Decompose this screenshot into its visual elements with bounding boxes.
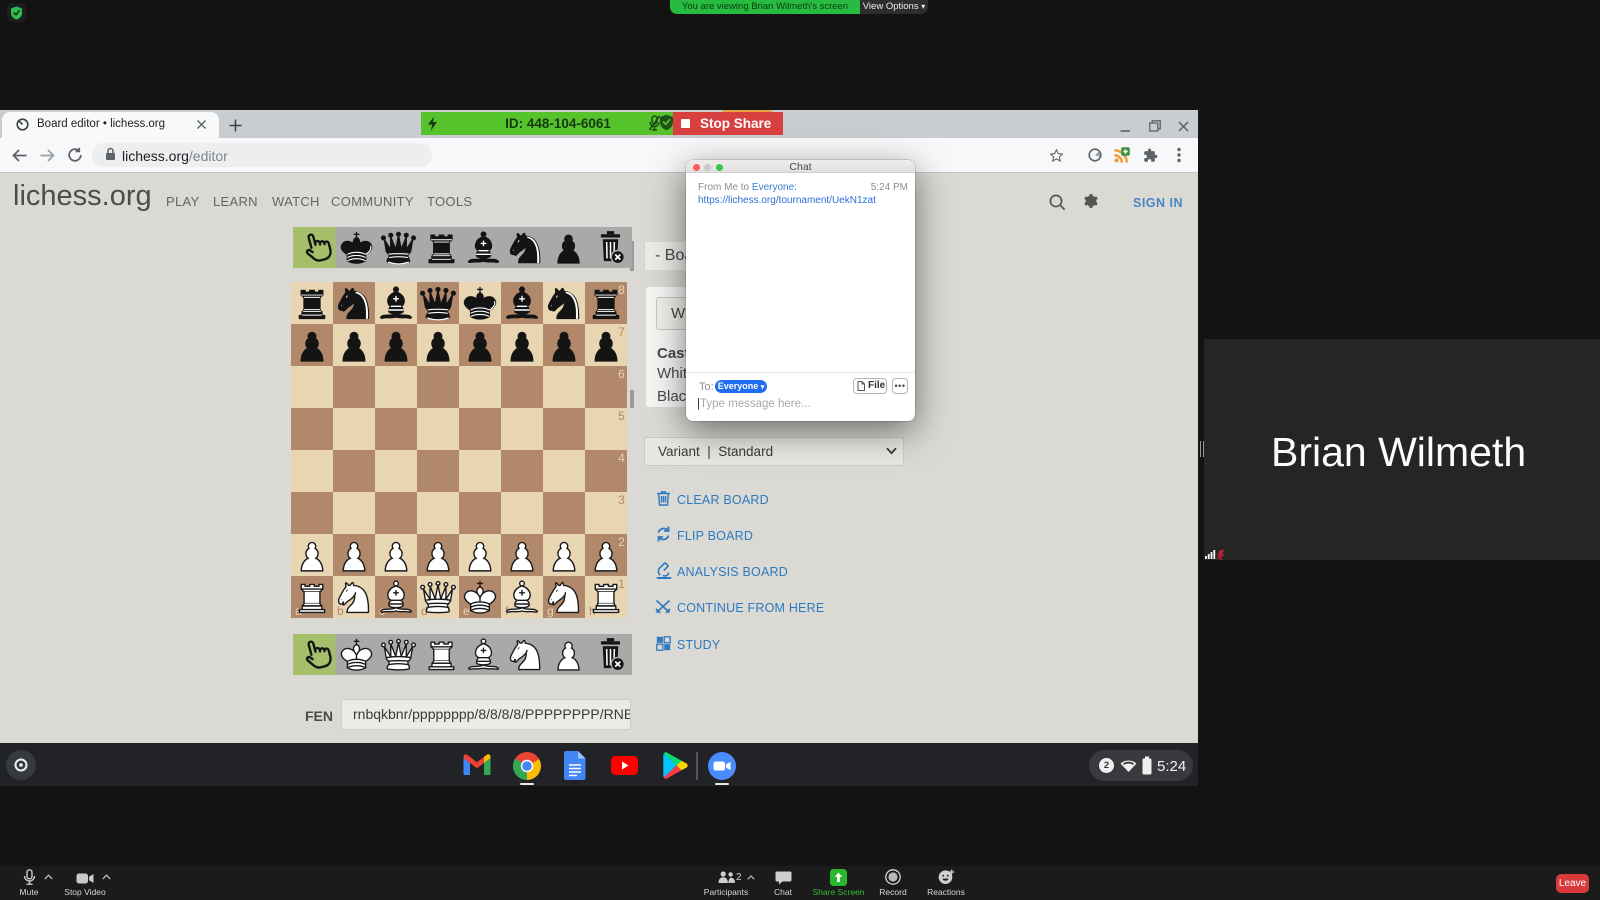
svg-text:3: 3 (618, 493, 625, 507)
svg-text:4: 4 (618, 451, 625, 465)
svg-text:5: 5 (618, 409, 625, 423)
svg-text:6: 6 (618, 367, 625, 381)
svg-text:2: 2 (618, 535, 625, 549)
svg-text:7: 7 (618, 325, 625, 339)
svg-text:g: g (547, 604, 554, 618)
svg-text:e: e (463, 604, 470, 618)
svg-text:b: b (337, 604, 344, 618)
svg-text:1: 1 (618, 577, 625, 591)
svg-text:8: 8 (618, 283, 625, 297)
